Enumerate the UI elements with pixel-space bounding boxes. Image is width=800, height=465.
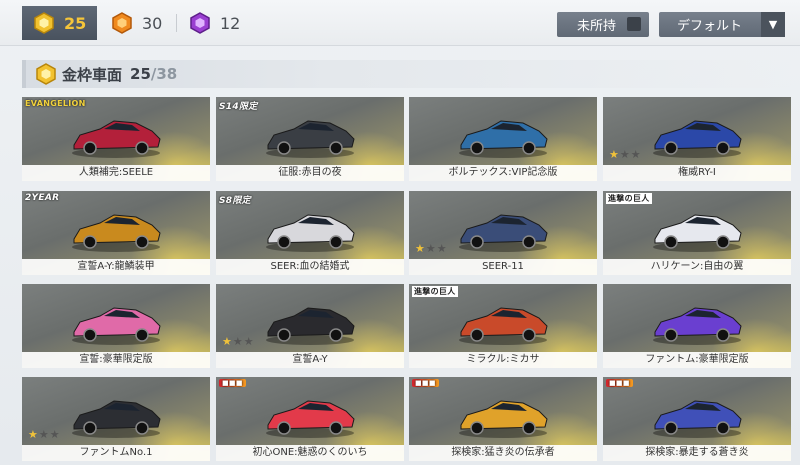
car-name: 初心ONE:魅惑のくのいち: [216, 445, 404, 461]
currency-orange-value: 30: [142, 13, 163, 33]
car-image: [266, 214, 355, 252]
car-image: [72, 120, 161, 158]
section-title: 金枠車面: [62, 65, 123, 84]
car-image: [72, 400, 161, 438]
currency-bar: 25 30 12 未所持 デフォルト ▼: [0, 0, 800, 46]
car-image: [653, 307, 742, 345]
star-icon: ★: [630, 148, 642, 161]
limited-badge: 2YEAR: [25, 193, 60, 203]
car-card[interactable]: S14限定征服:赤目の夜: [216, 97, 404, 181]
car-card[interactable]: ボルテックス:VIP記念版: [409, 97, 597, 181]
car-card[interactable]: ■■■ 初心ONE:魅惑のくのいち: [216, 377, 404, 461]
car-name: ハリケーン:自由の翼: [603, 259, 791, 275]
car-image: [266, 307, 355, 345]
star-icon: ★: [28, 428, 39, 441]
car-image: [653, 400, 742, 438]
currency-gold-value: 25: [64, 13, 87, 33]
car-grid: EVANGELION 人類補完:SEELE S14限定征服:赤目の夜 ボルテックス:V…: [22, 97, 794, 465]
car-image: [72, 307, 161, 345]
car-image: [459, 307, 548, 345]
star-icon: ★: [243, 335, 255, 348]
star-icon: ★: [619, 148, 631, 161]
star-rating: ★★★: [415, 242, 448, 255]
car-name: 探検家:猛き炎の伝承者: [409, 445, 597, 461]
car-name: 宣誓:豪華限定版: [22, 352, 210, 368]
star-icon: ★: [425, 242, 437, 255]
car-image: [459, 400, 548, 438]
car-name: SEER:血の結婚式: [216, 259, 404, 275]
collab-logo-icon: ■■■: [219, 379, 246, 387]
car-image: [653, 214, 742, 252]
star-rating: ★★★: [222, 335, 255, 348]
car-image: [266, 400, 355, 438]
car-card[interactable]: ■■■ 探検家:猛き炎の伝承者: [409, 377, 597, 461]
orange-hex-icon: [112, 12, 132, 34]
car-card[interactable]: ★★★ 権威RY-I: [603, 97, 791, 181]
currency-purple-value: 12: [220, 13, 241, 33]
car-name: ファントムNo.1: [22, 445, 210, 461]
currency-orange-tab[interactable]: 30: [100, 6, 170, 40]
limited-badge: S8限定: [219, 196, 251, 206]
section-header: 金枠車面 25 /38: [22, 60, 792, 88]
car-image: [459, 120, 548, 158]
star-icon: ★: [609, 148, 620, 161]
section-total-count: /38: [150, 65, 178, 83]
star-icon: ★: [222, 335, 233, 348]
car-name: 人類補完:SEELE: [22, 165, 210, 181]
star-rating: ★★★: [28, 428, 61, 441]
car-card[interactable]: ファントム:豪華限定版: [603, 284, 791, 368]
gold-hex-icon: [34, 12, 54, 34]
collab-logo-icon: ■■■: [412, 379, 439, 387]
car-card[interactable]: ★★★ 宣誓A-Y: [216, 284, 404, 368]
sort-dropdown-label: デフォルト: [677, 19, 743, 34]
car-name: SEER-11: [409, 259, 597, 275]
car-name: 探検家:暴走する蒼き炎: [603, 445, 791, 461]
divider: [176, 14, 177, 32]
star-icon: ★: [49, 428, 61, 441]
collab-badge: 進撃の巨人: [606, 193, 652, 204]
car-name: ミラクル:ミカサ: [409, 352, 597, 368]
car-card[interactable]: ■■■ 探検家:暴走する蒼き炎: [603, 377, 791, 461]
car-card[interactable]: ★★★ SEER-11: [409, 191, 597, 275]
car-name: 宣誓A-Y:龍鱗装甲: [22, 259, 210, 275]
unowned-filter-label: 未所持: [577, 19, 617, 34]
car-name: ファントム:豪華限定版: [603, 352, 791, 368]
car-name: 宣誓A-Y: [216, 352, 404, 368]
section-owned-count: 25: [130, 65, 151, 83]
star-icon: ★: [232, 335, 244, 348]
car-card[interactable]: 2YEAR 宣誓A-Y:龍鱗装甲: [22, 191, 210, 275]
unowned-filter-toggle[interactable]: 未所持: [557, 12, 649, 37]
car-card[interactable]: 宣誓:豪華限定版: [22, 284, 210, 368]
car-card[interactable]: 進撃の巨人ミラクル:ミカサ: [409, 284, 597, 368]
star-icon: ★: [436, 242, 448, 255]
car-image: [72, 214, 161, 252]
currency-purple-tab[interactable]: 12: [178, 6, 248, 40]
collab-logo-icon: ■■■: [606, 379, 633, 387]
sort-dropdown[interactable]: デフォルト ▼: [659, 12, 785, 37]
collab-badge: EVANGELION: [25, 99, 86, 108]
car-name: 権威RY-I: [603, 165, 791, 181]
star-rating: ★★★: [609, 148, 642, 161]
limited-badge: S14限定: [219, 102, 258, 112]
car-image: [266, 120, 355, 158]
car-name: 征服:赤目の夜: [216, 165, 404, 181]
car-image: [459, 214, 548, 252]
checkbox-icon[interactable]: [627, 17, 641, 31]
car-card[interactable]: 進撃の巨人ハリケーン:自由の翼: [603, 191, 791, 275]
star-icon: ★: [38, 428, 50, 441]
car-image: [653, 120, 742, 158]
purple-hex-icon: [190, 12, 210, 34]
currency-gold-tab[interactable]: 25: [22, 6, 97, 40]
collab-badge: 進撃の巨人: [412, 286, 458, 297]
star-icon: ★: [415, 242, 426, 255]
gold-hex-icon: [36, 63, 56, 85]
car-card[interactable]: EVANGELION 人類補完:SEELE: [22, 97, 210, 181]
car-name: ボルテックス:VIP記念版: [409, 165, 597, 181]
chevron-down-icon[interactable]: ▼: [761, 12, 785, 37]
car-card[interactable]: ★★★ ファントムNo.1: [22, 377, 210, 461]
car-card[interactable]: S8限定 SEER:血の結婚式: [216, 191, 404, 275]
